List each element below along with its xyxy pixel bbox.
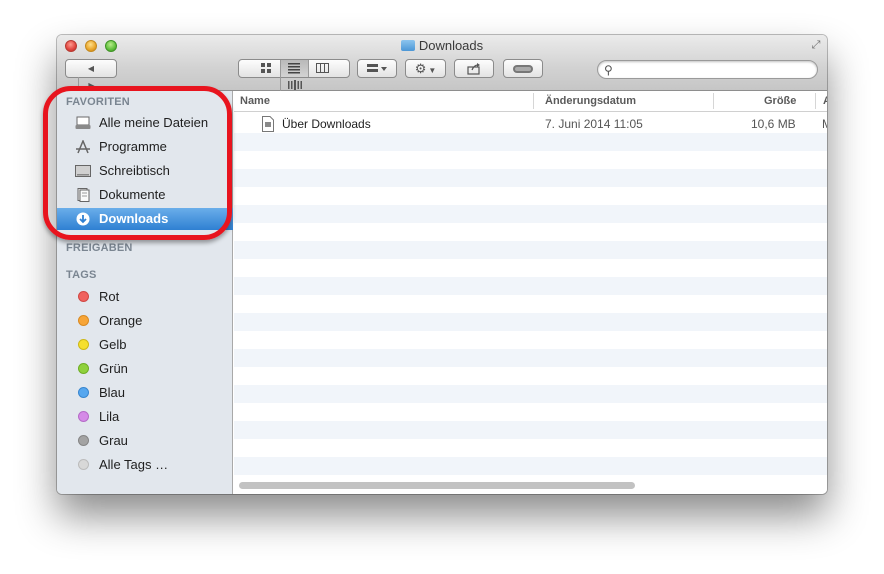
list-view-icon — [288, 63, 300, 74]
search-icon: ⚲ — [604, 63, 613, 77]
view-mode-control — [238, 59, 350, 94]
blue-tag-icon — [78, 387, 89, 398]
orange-tag-icon — [78, 315, 89, 326]
sidebar-tag-rot[interactable]: Rot — [57, 286, 233, 308]
back-arrow-icon: ◀ — [87, 64, 95, 73]
yellow-tag-icon — [78, 339, 89, 350]
tags-header[interactable]: TAGS — [66, 269, 97, 281]
fullscreen-icon[interactable]: ⤢ — [810, 39, 822, 51]
empty-row — [234, 133, 827, 151]
column-header-kind[interactable]: A — [823, 91, 827, 111]
gray-tag-icon — [78, 435, 89, 446]
file-date: 7. Juni 2014 11:05 — [545, 117, 643, 131]
empty-row — [234, 385, 827, 403]
tag-label: Alle Tags … — [99, 457, 169, 472]
column-divider[interactable] — [713, 93, 714, 109]
empty-row — [234, 421, 827, 439]
green-tag-icon — [78, 363, 89, 374]
share-icon — [467, 63, 480, 75]
sidebar-tag-gelb[interactable]: Gelb — [57, 334, 233, 356]
column-view-button[interactable] — [307, 60, 336, 77]
purple-tag-icon — [78, 411, 89, 422]
tag-label: Gelb — [99, 337, 127, 352]
table-row[interactable]: Über Downloads 7. Juni 2014 11:05 10,6 M… — [234, 115, 827, 133]
column-header-date[interactable]: Änderungsdatum — [545, 91, 636, 111]
sidebar-tag-lila[interactable]: Lila — [57, 406, 233, 428]
downloads-folder-icon — [400, 40, 415, 51]
chevron-down-icon: ▼ — [428, 66, 437, 75]
red-tag-icon — [78, 291, 89, 302]
column-divider[interactable] — [533, 93, 534, 109]
arrange-button[interactable] — [357, 59, 397, 78]
sidebar-tag-blau[interactable]: Blau — [57, 382, 233, 404]
sidebar-all-tags[interactable]: Alle Tags … — [57, 454, 233, 476]
tag-label: Lila — [99, 409, 120, 424]
file-kind: M — [822, 115, 827, 133]
back-button[interactable]: ◀ — [79, 60, 104, 77]
empty-row — [234, 277, 827, 295]
icon-view-icon — [260, 63, 271, 73]
shared-header[interactable]: FREIGABEN — [66, 242, 133, 254]
sidebar-tag-orange[interactable]: Orange — [57, 310, 233, 332]
file-list: Name Änderungsdatum Größe A Über Downloa… — [234, 91, 827, 494]
column-header-name[interactable]: Name — [240, 91, 270, 111]
edit-tags-button[interactable] — [503, 59, 543, 78]
window-title: Downloads — [57, 38, 827, 54]
column-divider[interactable] — [815, 93, 816, 109]
tag-icon — [513, 65, 533, 73]
sidebar-tag-gruen[interactable]: Grün — [57, 358, 233, 380]
column-view-icon — [315, 63, 329, 73]
coverflow-view-icon — [287, 80, 302, 90]
search-field[interactable]: ⚲ — [597, 60, 818, 79]
arrange-icon — [367, 64, 387, 72]
highlight-annotation — [43, 86, 232, 240]
column-header-size[interactable]: Größe — [764, 91, 796, 111]
list-header: Name Änderungsdatum Größe A — [234, 91, 827, 112]
sidebar-tag-grau[interactable]: Grau — [57, 430, 233, 452]
empty-row — [234, 169, 827, 187]
share-button[interactable] — [454, 59, 494, 78]
toolbar: Downloads ⤢ ◀▶ ⚙ ▼ ⚲ — [57, 35, 827, 94]
gear-icon: ⚙ — [414, 61, 427, 76]
list-view-button[interactable] — [279, 60, 308, 77]
document-icon — [262, 116, 274, 132]
empty-row — [234, 313, 827, 331]
tag-label: Blau — [99, 385, 126, 400]
empty-row — [234, 349, 827, 367]
action-button[interactable]: ⚙ ▼ — [405, 59, 446, 78]
file-name: Über Downloads — [282, 117, 371, 131]
empty-row — [234, 241, 827, 259]
tag-label: Grün — [99, 361, 128, 376]
tag-label: Rot — [99, 289, 120, 304]
file-size: 10,6 MB — [751, 117, 796, 131]
tag-label: Orange — [99, 313, 143, 328]
empty-row — [234, 457, 827, 475]
window-title-text: Downloads — [418, 38, 484, 53]
tag-label: Grau — [99, 433, 128, 448]
all-tags-icon — [78, 459, 89, 470]
empty-row — [234, 205, 827, 223]
back-forward-control: ◀▶ — [65, 59, 117, 94]
icon-view-button[interactable] — [253, 60, 280, 77]
horizontal-scrollbar[interactable] — [239, 482, 635, 489]
